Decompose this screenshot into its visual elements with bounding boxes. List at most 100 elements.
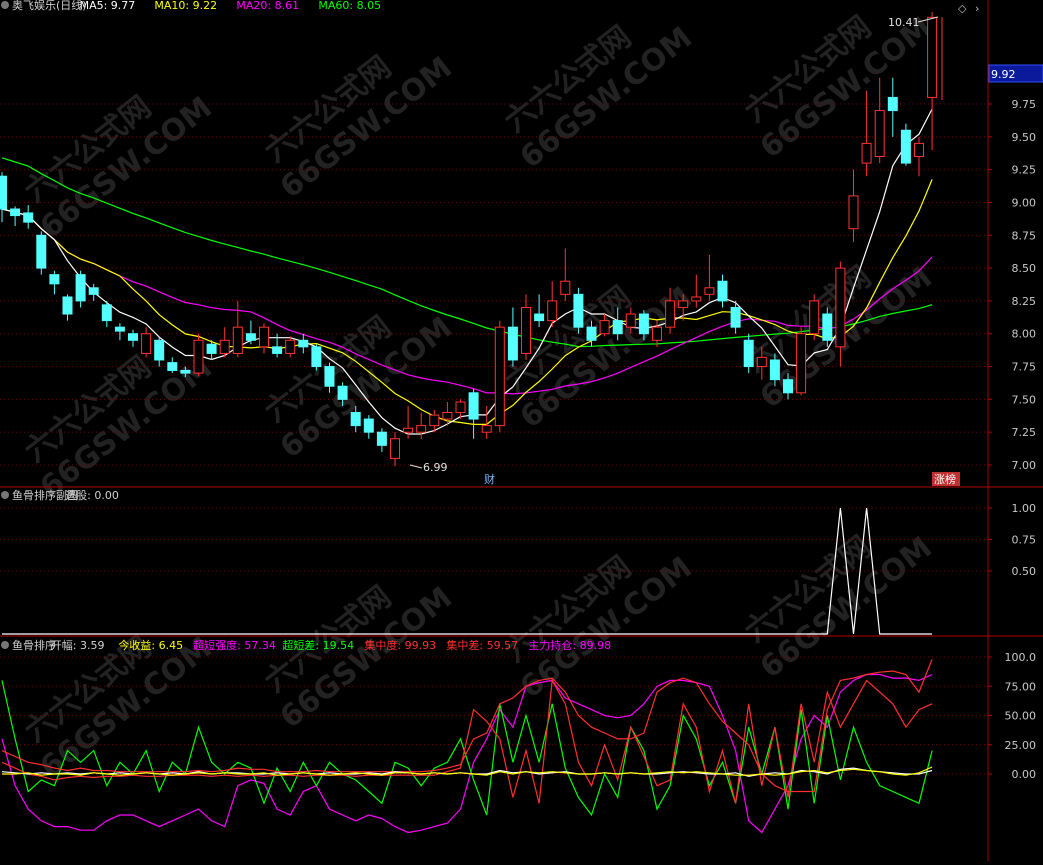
candle bbox=[468, 388, 479, 439]
cai-tag[interactable]: 财 bbox=[484, 472, 495, 486]
top-right-icons[interactable]: ◇ › bbox=[958, 2, 979, 15]
chart-canvas[interactable]: 六六公式网66GSW.COM 六六公式网66GSW.COM 六六公式网66GSW.C… bbox=[0, 0, 1043, 861]
main-legend-item-4: MA60: 8.05 bbox=[318, 0, 381, 12]
candle-body bbox=[363, 418, 374, 433]
cai-tag-label: 财 bbox=[484, 472, 495, 486]
candle bbox=[560, 248, 571, 301]
candle-body bbox=[101, 304, 112, 322]
watermark-0: 六六公式网66GSW.COM bbox=[18, 89, 219, 245]
sub1-legend-toggle-icon bbox=[1, 491, 9, 499]
candle-body bbox=[835, 267, 846, 348]
candle-body bbox=[743, 339, 754, 368]
candle-body bbox=[403, 427, 414, 433]
candle-body bbox=[900, 129, 911, 164]
low-marker-label: 6.99 bbox=[423, 461, 448, 474]
candle-body bbox=[245, 333, 256, 341]
candle-body bbox=[769, 359, 780, 381]
candle bbox=[259, 323, 269, 354]
chevron-right-icon[interactable]: › bbox=[975, 2, 979, 15]
candle-body bbox=[36, 234, 47, 269]
main-legend-item-3: MA20: 8.61 bbox=[236, 0, 299, 12]
main-legend-item-2: MA10: 9.22 bbox=[154, 0, 217, 12]
candle-body bbox=[914, 142, 924, 158]
candle-body bbox=[10, 208, 21, 217]
candle-body bbox=[756, 356, 767, 368]
candle-body bbox=[848, 195, 859, 230]
candle-body bbox=[468, 392, 479, 420]
candle bbox=[101, 300, 112, 328]
sub2-ytick-label: 50.00 bbox=[1005, 710, 1037, 723]
candle bbox=[285, 336, 296, 358]
main-ytick-label: 8.50 bbox=[1012, 262, 1037, 275]
candle-body bbox=[324, 366, 335, 387]
candle-body bbox=[390, 438, 400, 459]
candle bbox=[390, 432, 400, 467]
candle bbox=[796, 327, 807, 396]
candle-body bbox=[809, 300, 820, 335]
candle bbox=[507, 307, 518, 367]
main-ytick-label: 7.25 bbox=[1012, 426, 1037, 439]
candle bbox=[704, 254, 715, 301]
low-price-marker: 6.99 bbox=[409, 461, 448, 474]
candle bbox=[887, 77, 898, 137]
candle-body bbox=[75, 274, 86, 302]
candle-body bbox=[494, 326, 505, 427]
watermark-4: 六六公式网66GSW.COM bbox=[18, 349, 219, 505]
candle bbox=[128, 329, 138, 347]
candle-body bbox=[88, 287, 99, 295]
zhangbang-tag[interactable]: 涨榜 bbox=[932, 472, 960, 486]
main-ytick-label: 7.75 bbox=[1012, 361, 1037, 374]
candle-body bbox=[285, 339, 296, 354]
candle-body bbox=[521, 306, 531, 354]
watermark-8: 六六公式网66GSW.COM bbox=[18, 629, 219, 785]
candle bbox=[521, 294, 531, 360]
candle-body bbox=[717, 280, 728, 302]
candle-body bbox=[481, 425, 492, 433]
candle-body bbox=[337, 385, 348, 400]
candle-body bbox=[534, 313, 545, 322]
sub2-legend-item-7: 主力持仓: 89.98 bbox=[528, 638, 611, 652]
candle bbox=[298, 333, 309, 354]
sub2-ytick-label: 0.00 bbox=[1012, 768, 1037, 781]
candle-body bbox=[350, 411, 361, 427]
candle-body bbox=[298, 339, 309, 348]
candle bbox=[88, 283, 99, 301]
candle-body bbox=[23, 212, 34, 223]
candle-body bbox=[442, 411, 453, 420]
main-price-axis[interactable]: 7.00 7.25 7.50 7.75 8.00 8.25 8.50 8.75 9.00 9.25… bbox=[988, 98, 1036, 472]
candle bbox=[36, 231, 47, 275]
candle-body bbox=[612, 320, 623, 335]
main-legend: 奥飞娱乐(日线)MA5: 9.77 MA10: 9.22 MA20: 8.61 MA6… bbox=[1, 0, 381, 12]
main-ytick-label: 9.50 bbox=[1012, 131, 1037, 144]
sub1-ytick-label: 0.50 bbox=[1012, 565, 1037, 578]
candle-body bbox=[547, 300, 558, 322]
candle-body bbox=[0, 175, 7, 210]
sub2-legend-item-0: 鱼骨排序 bbox=[12, 638, 56, 652]
sub2-legend-toggle-icon bbox=[1, 641, 9, 649]
sub1-axis[interactable]: 0.50 0.75 1.00 bbox=[988, 502, 1036, 578]
candle bbox=[914, 136, 924, 177]
candle-body bbox=[783, 379, 793, 394]
main-legend-item-1: MA5: 9.77 bbox=[80, 0, 136, 12]
sub1-ytick-label: 0.75 bbox=[1012, 534, 1037, 547]
main-ytick-label: 7.50 bbox=[1012, 393, 1037, 406]
main-ytick-label: 8.00 bbox=[1012, 328, 1037, 341]
candle-body bbox=[507, 326, 518, 361]
main-ytick-label: 8.75 bbox=[1012, 229, 1037, 242]
sub2-legend-item-3: 超短强度: 57.34 bbox=[193, 638, 276, 652]
watermark-10: 六六公式网66GSW.COM bbox=[498, 549, 699, 705]
candle bbox=[245, 320, 256, 345]
sub2-legend-item-2: 今收益: 6.45 bbox=[118, 638, 183, 652]
diamond-icon[interactable]: ◇ bbox=[958, 2, 967, 15]
candle bbox=[927, 12, 938, 150]
candle-body bbox=[167, 362, 178, 371]
candle bbox=[219, 327, 230, 358]
candle-body bbox=[311, 346, 322, 368]
sub2-axis[interactable]: 0.00 25.00 50.00 75.00 100.0 bbox=[988, 651, 1036, 781]
candle bbox=[193, 333, 204, 376]
candle bbox=[547, 281, 558, 328]
candle-body bbox=[62, 296, 73, 315]
high-marker-label: 10.41 bbox=[888, 16, 920, 29]
sub2-ytick-label: 25.00 bbox=[1005, 739, 1037, 752]
current-price-label: 9.92 bbox=[991, 68, 1016, 81]
